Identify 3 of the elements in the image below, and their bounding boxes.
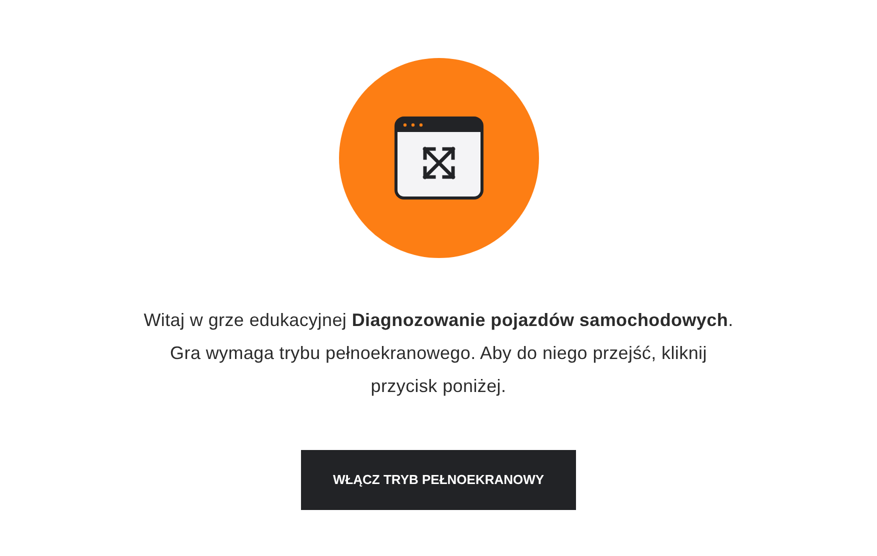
welcome-text: Witaj w grze edukacyjnej Diagnozowanie pojazdów samochodowych. Gra wymaga trybu pełnoekranowego. Aby do niego przejść, kliknij przycisk poniżej. [144,309,734,398]
fullscreen-window-icon [394,116,484,200]
fullscreen-button[interactable]: WŁĄCZ TRYB PEŁNOEKRANOWY [301,450,576,510]
